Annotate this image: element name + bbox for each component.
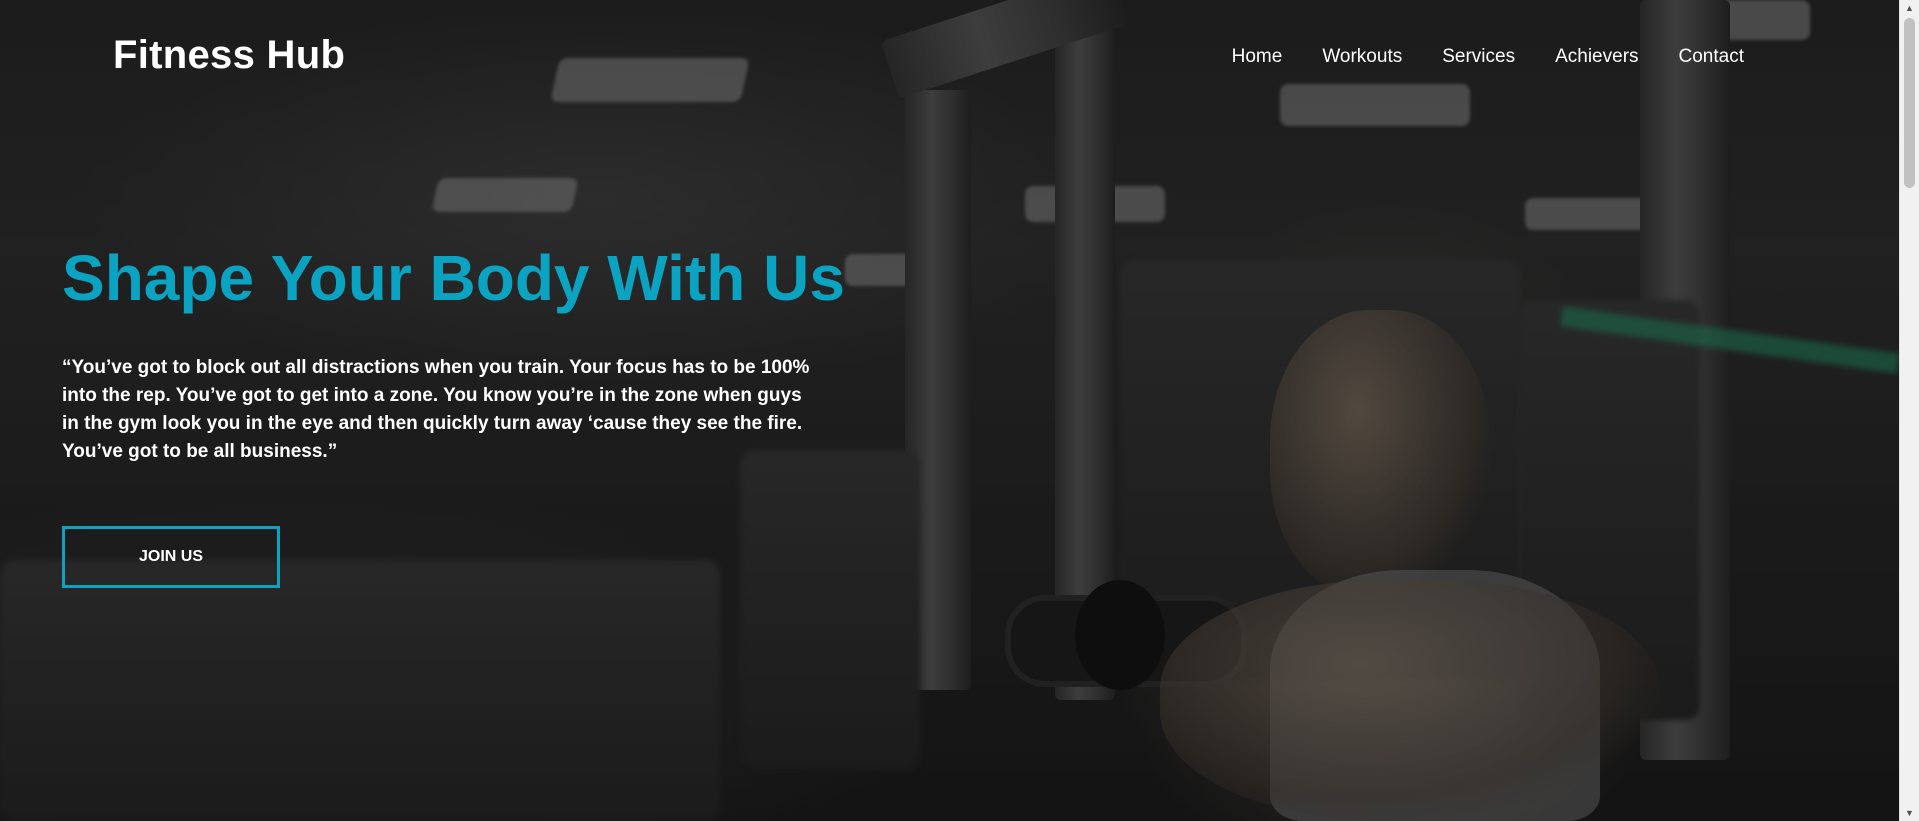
brand-logo-text[interactable]: Fitness Hub [113,33,345,78]
navbar: Fitness Hub Home Workouts Services Achie… [0,0,1899,115]
hero-section: Shape Your Body With Us “You’ve got to b… [62,240,845,466]
nav-item-home: Home [1212,44,1303,70]
nav-item-workouts: Workouts [1302,44,1422,70]
chevron-down-icon[interactable]: ▼ [1900,805,1919,821]
nav-menu: Home Workouts Services Achievers Contact [1212,44,1764,70]
nav-item-contact: Contact [1659,44,1764,70]
nav-link-workouts[interactable]: Workouts [1302,44,1422,70]
nav-item-achievers: Achievers [1535,44,1658,70]
join-us-button[interactable]: JOIN US [62,526,280,588]
hero-title: Shape Your Body With Us [62,242,845,314]
hero-quote: “You’ve got to block out all distraction… [62,357,810,462]
nav-item-services: Services [1422,44,1535,70]
nav-link-services[interactable]: Services [1422,44,1535,70]
page: Fitness Hub Home Workouts Services Achie… [0,0,1919,821]
chevron-up-icon[interactable]: ▲ [1900,0,1919,16]
nav-link-achievers[interactable]: Achievers [1535,44,1658,70]
scrollbar-thumb[interactable] [1904,18,1915,188]
nav-link-contact[interactable]: Contact [1659,44,1764,70]
vertical-scrollbar[interactable]: ▲ ▼ [1899,0,1919,821]
nav-link-home[interactable]: Home [1212,44,1303,70]
